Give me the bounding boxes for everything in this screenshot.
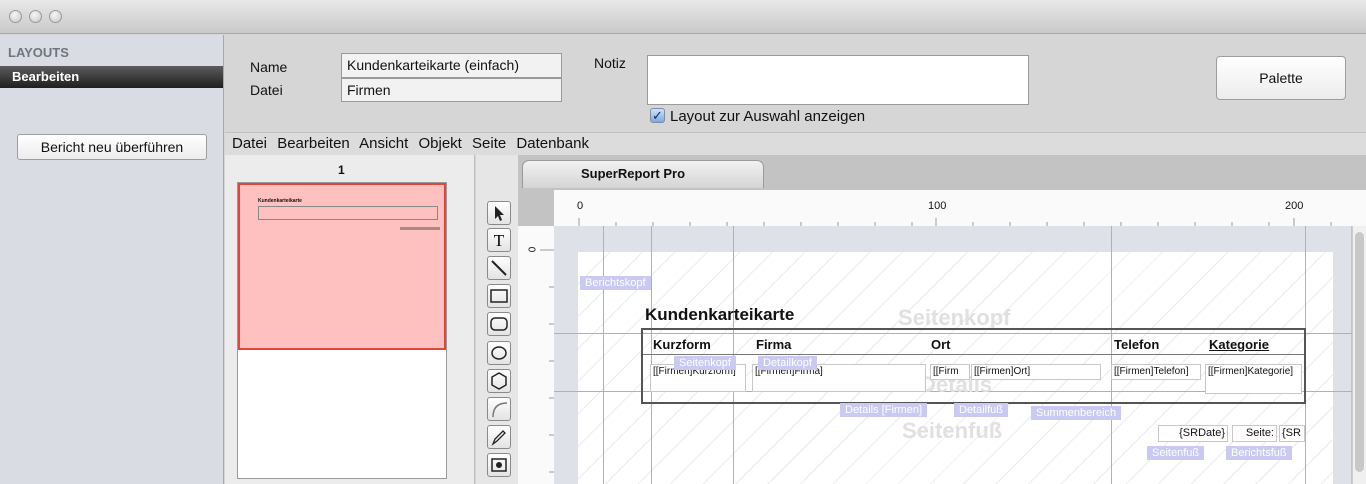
ruler-ticks	[578, 218, 1332, 226]
band-berichtskopf[interactable]: Berichtskopf	[580, 276, 651, 290]
band-details-firmen[interactable]: Details [Firmen]	[840, 403, 928, 417]
table-divider	[643, 354, 1304, 355]
polygon-tool-icon[interactable]	[487, 369, 511, 393]
field-firm-truncated[interactable]: [[Firm	[930, 364, 970, 380]
editor-vertical-scrollbar[interactable]	[1352, 226, 1366, 484]
sidebar-item-bearbeiten[interactable]: Bearbeiten	[0, 66, 223, 88]
picture-tool-icon[interactable]	[487, 453, 511, 477]
ruler-label-0: 0	[577, 200, 584, 212]
pencil-tool-icon[interactable]	[487, 425, 511, 449]
band-seitenfuss[interactable]: Seitenfuß	[1147, 446, 1205, 460]
field-telefon[interactable]: [[Firmen]Telefon]	[1111, 364, 1201, 380]
field-ort[interactable]: [[Firmen]Ort]	[971, 364, 1101, 380]
page-thumbnail-pane: 1 Kundenkarteikarte	[225, 155, 475, 484]
minimize-window-button[interactable]	[29, 10, 42, 23]
ghost-seitenfuss: Seitenfuß	[902, 418, 1003, 443]
close-window-button[interactable]	[9, 10, 22, 23]
rounded-rectangle-tool-icon[interactable]	[487, 312, 511, 336]
page-number: 1	[338, 163, 345, 177]
zoom-window-button[interactable]	[49, 10, 62, 23]
report-title[interactable]: Kundenkarteikarte	[645, 305, 794, 325]
thumbnail-title: Kundenkarteikarte	[258, 198, 302, 204]
oval-tool-icon[interactable]	[487, 341, 511, 365]
arc-tool-icon[interactable]	[487, 397, 511, 421]
arrow-icon[interactable]	[487, 201, 511, 225]
thumbnail-footer	[400, 227, 440, 230]
band-detailfuss[interactable]: Detailfuß	[954, 403, 1009, 417]
svg-text:T: T	[494, 231, 505, 250]
show-layout-checkbox[interactable]: ✓	[650, 108, 665, 123]
vruler-ticks	[540, 249, 554, 473]
field-kategorie[interactable]: [[Firmen]Kategorie]	[1205, 364, 1302, 394]
note-label: Notiz	[594, 55, 626, 71]
palette-button[interactable]: Palette	[1216, 56, 1346, 100]
bericht-ueberfuehren-button[interactable]: Bericht neu überführen	[17, 134, 207, 160]
column-header-kurzform[interactable]: Kurzform	[653, 337, 711, 352]
name-field[interactable]: Kundenkarteikarte (einfach)	[341, 53, 562, 78]
sidebar: LAYOUTS Bearbeiten Bericht neu überführe…	[0, 35, 224, 484]
field-page-number[interactable]: {SR	[1279, 425, 1305, 442]
label-seite[interactable]: Seite:	[1232, 425, 1277, 442]
tab-superreport-pro[interactable]: SuperReport Pro	[522, 160, 764, 188]
menu-seite[interactable]: Seite	[472, 135, 506, 152]
sidebar-heading: LAYOUTS	[8, 45, 69, 60]
thumbnail-table	[258, 206, 438, 220]
ruler-label-200: 200	[1285, 200, 1304, 212]
band-seitenkopf[interactable]: Seitenkopf	[674, 356, 736, 370]
band-summenbereich[interactable]: Summenbereich	[1031, 406, 1122, 420]
file-field: Firmen	[341, 78, 562, 102]
text-tool-icon[interactable]: T	[487, 228, 511, 252]
menu-ansicht[interactable]: Ansicht	[359, 135, 408, 152]
rectangle-tool-icon[interactable]	[487, 284, 511, 308]
page-thumbnail[interactable]: Kundenkarteikarte	[237, 182, 447, 479]
band-berichtsfuss[interactable]: Berichtsfuß	[1226, 446, 1292, 460]
show-layout-label: Layout zur Auswahl anzeigen	[670, 108, 866, 125]
field-srdate[interactable]: {SRDate}	[1158, 425, 1228, 442]
menu-objekt[interactable]: Objekt	[418, 135, 461, 152]
scrollbar-thumb[interactable]	[1355, 232, 1364, 472]
thumbnail-highlight: Kundenkarteikarte	[238, 183, 446, 350]
band-detailkopf[interactable]: Detailkopf	[758, 356, 817, 370]
ruler-label-100: 100	[928, 200, 947, 212]
tool-palette: T	[476, 155, 518, 484]
menu-datei[interactable]: Datei	[232, 135, 267, 152]
horizontal-ruler: 0 100 200	[554, 190, 1366, 226]
note-field[interactable]	[647, 55, 1029, 105]
layout-properties-form: Name Kundenkarteikarte (einfach) Datei F…	[225, 35, 1366, 132]
column-header-kategorie[interactable]: Kategorie	[1209, 337, 1269, 352]
vertical-ruler: 0	[518, 226, 554, 484]
menu-bearbeiten[interactable]: Bearbeiten	[277, 135, 350, 152]
column-header-firma[interactable]: Firma	[756, 337, 791, 352]
menu-bar: Datei Bearbeiten Ansicht Objekt Seite Da…	[225, 132, 1366, 155]
menu-datenbank[interactable]: Datenbank	[516, 135, 589, 152]
window-titlebar	[0, 0, 1366, 34]
column-header-ort[interactable]: Ort	[931, 337, 951, 352]
line-tool-icon[interactable]	[487, 256, 511, 280]
guide-line	[603, 226, 604, 484]
file-label: Datei	[250, 82, 283, 98]
name-label: Name	[250, 59, 288, 75]
column-header-telefon[interactable]: Telefon	[1114, 337, 1159, 352]
